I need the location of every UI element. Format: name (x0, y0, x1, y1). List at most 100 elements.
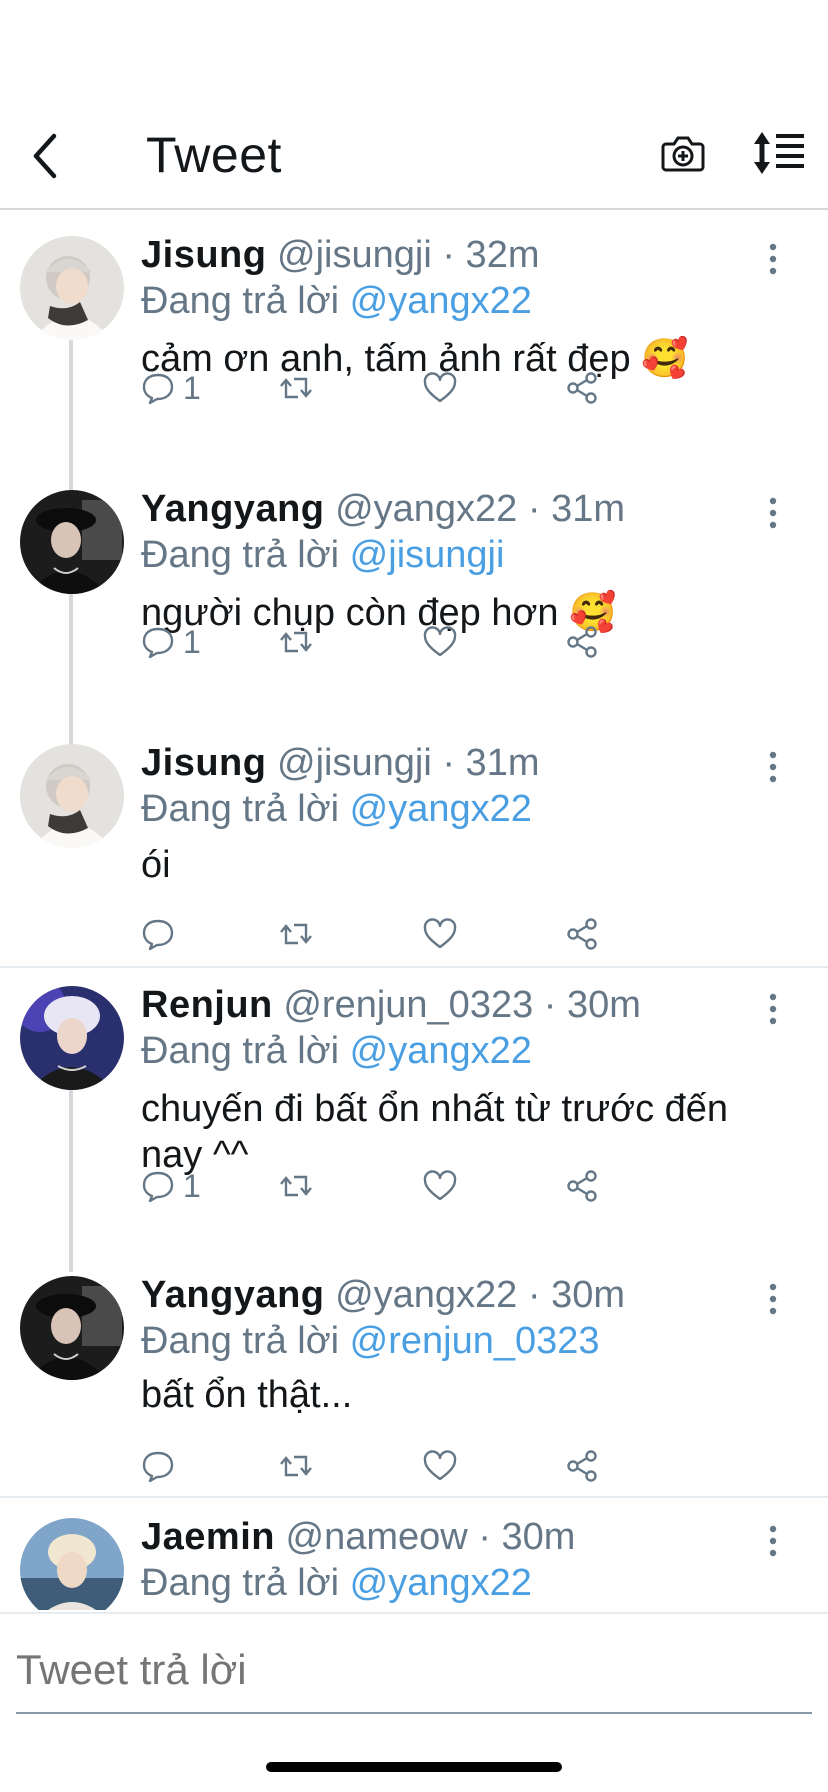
author-handle: @nameow (285, 1518, 468, 1558)
retweet-icon (280, 923, 312, 945)
share-button[interactable] (565, 368, 599, 408)
share-icon (567, 372, 597, 404)
reply-mention-link[interactable]: @yangx22 (350, 788, 532, 830)
action-bar (141, 1446, 701, 1486)
author-name[interactable]: Jaemin (141, 1518, 275, 1558)
reply-prefix: Đang trả lời (141, 1562, 340, 1604)
share-icon (567, 918, 597, 950)
share-icon (567, 1450, 597, 1482)
reply-button[interactable] (141, 914, 183, 954)
reply-count: 1 (183, 624, 201, 660)
retweet-button[interactable] (279, 1166, 313, 1206)
reply-composer (0, 1612, 828, 1718)
timestamp: · 30m (478, 1518, 576, 1558)
timestamp: · 31m (527, 488, 626, 530)
share-icon (567, 626, 597, 658)
reply-mention-link[interactable]: @jisungji (350, 534, 505, 576)
divider (0, 966, 828, 968)
retweet-button[interactable] (279, 914, 313, 954)
reply-mention-link[interactable]: @yangx22 (350, 1030, 532, 1072)
sort-icon[interactable] (752, 130, 806, 176)
reply-icon (142, 919, 174, 951)
reply-icon (142, 1451, 174, 1483)
timestamp: · 31m (442, 742, 540, 784)
share-button[interactable] (565, 622, 599, 662)
reply-count: 1 (183, 370, 201, 406)
avatar[interactable] (20, 744, 124, 848)
more-options-icon[interactable] (762, 750, 784, 784)
retweet-icon (280, 377, 312, 399)
author-name[interactable]: Yangyang (141, 1274, 325, 1316)
reply-mention-link[interactable]: @yangx22 (350, 280, 532, 322)
reply-icon (142, 373, 174, 405)
reply-input[interactable] (16, 1640, 812, 1700)
author-handle: @yangx22 (335, 1274, 518, 1316)
input-underline (16, 1712, 812, 1714)
camera-icon[interactable] (660, 130, 706, 176)
page-title: Tweet (146, 127, 282, 183)
avatar[interactable] (20, 490, 124, 594)
share-button[interactable] (565, 914, 599, 954)
author-handle: @yangx22 (335, 488, 518, 530)
author-name[interactable]: Jisung (141, 742, 266, 784)
author-name[interactable]: Jisung (141, 234, 266, 276)
action-bar: 1 (141, 622, 701, 662)
like-button[interactable] (423, 1166, 457, 1206)
retweet-button[interactable] (279, 622, 313, 662)
heart-icon (423, 372, 457, 403)
thread-connector (69, 594, 73, 746)
author-handle: @renjun_0323 (283, 984, 534, 1026)
action-bar: 1 (141, 368, 701, 408)
home-indicator[interactable] (266, 1762, 562, 1772)
reply-prefix: Đang trả lời (141, 534, 340, 576)
thread-connector (69, 340, 73, 492)
avatar[interactable] (20, 986, 124, 1090)
divider (0, 1496, 828, 1498)
like-button[interactable] (423, 914, 457, 954)
like-button[interactable] (423, 622, 457, 662)
timestamp: · 30m (543, 984, 641, 1026)
back-icon[interactable] (26, 128, 66, 184)
retweet-icon (280, 1455, 312, 1477)
heart-icon (423, 1450, 457, 1481)
thread-connector (69, 1088, 73, 1272)
reply-button[interactable]: 1 (141, 622, 201, 662)
more-options-icon[interactable] (762, 1282, 784, 1316)
reply-button[interactable] (141, 1446, 183, 1486)
tweet-text: ói (141, 844, 171, 886)
reply-prefix: Đang trả lời (141, 1030, 340, 1072)
action-bar (141, 914, 701, 954)
tweet-text: bất ổn thật... (141, 1374, 353, 1416)
reply-mention-link[interactable]: @renjun_0323 (350, 1320, 600, 1362)
retweet-icon (280, 631, 312, 653)
author-name[interactable]: Renjun (141, 984, 273, 1026)
avatar[interactable] (20, 1518, 124, 1610)
reply-button[interactable]: 1 (141, 1166, 201, 1206)
retweet-button[interactable] (279, 1446, 313, 1486)
share-icon (567, 1170, 597, 1202)
reply-mention-link[interactable]: @yangx22 (350, 1562, 532, 1604)
like-button[interactable] (423, 1446, 457, 1486)
heart-icon (423, 626, 457, 657)
heart-icon (423, 1170, 457, 1201)
reply-prefix: Đang trả lời (141, 788, 340, 830)
reply-prefix: Đang trả lời (141, 1320, 340, 1362)
reply-count: 1 (183, 1168, 201, 1204)
reply-icon (142, 1171, 174, 1203)
more-options-icon[interactable] (762, 992, 784, 1026)
reply-button[interactable]: 1 (141, 368, 201, 408)
share-button[interactable] (565, 1166, 599, 1206)
top-bar: Tweet (0, 110, 828, 210)
like-button[interactable] (423, 368, 457, 408)
more-options-icon[interactable] (762, 242, 784, 276)
retweet-button[interactable] (279, 368, 313, 408)
more-options-icon[interactable] (762, 496, 784, 530)
reply-icon (142, 627, 174, 659)
tweet[interactable]: Jaemin @nameow · 30m Đang trả lời @yangx… (0, 1518, 828, 1610)
author-name[interactable]: Yangyang (141, 488, 325, 530)
avatar[interactable] (20, 1276, 124, 1380)
reply-prefix: Đang trả lời (141, 280, 340, 322)
share-button[interactable] (565, 1446, 599, 1486)
avatar[interactable] (20, 236, 124, 340)
more-options-icon[interactable] (762, 1524, 784, 1558)
